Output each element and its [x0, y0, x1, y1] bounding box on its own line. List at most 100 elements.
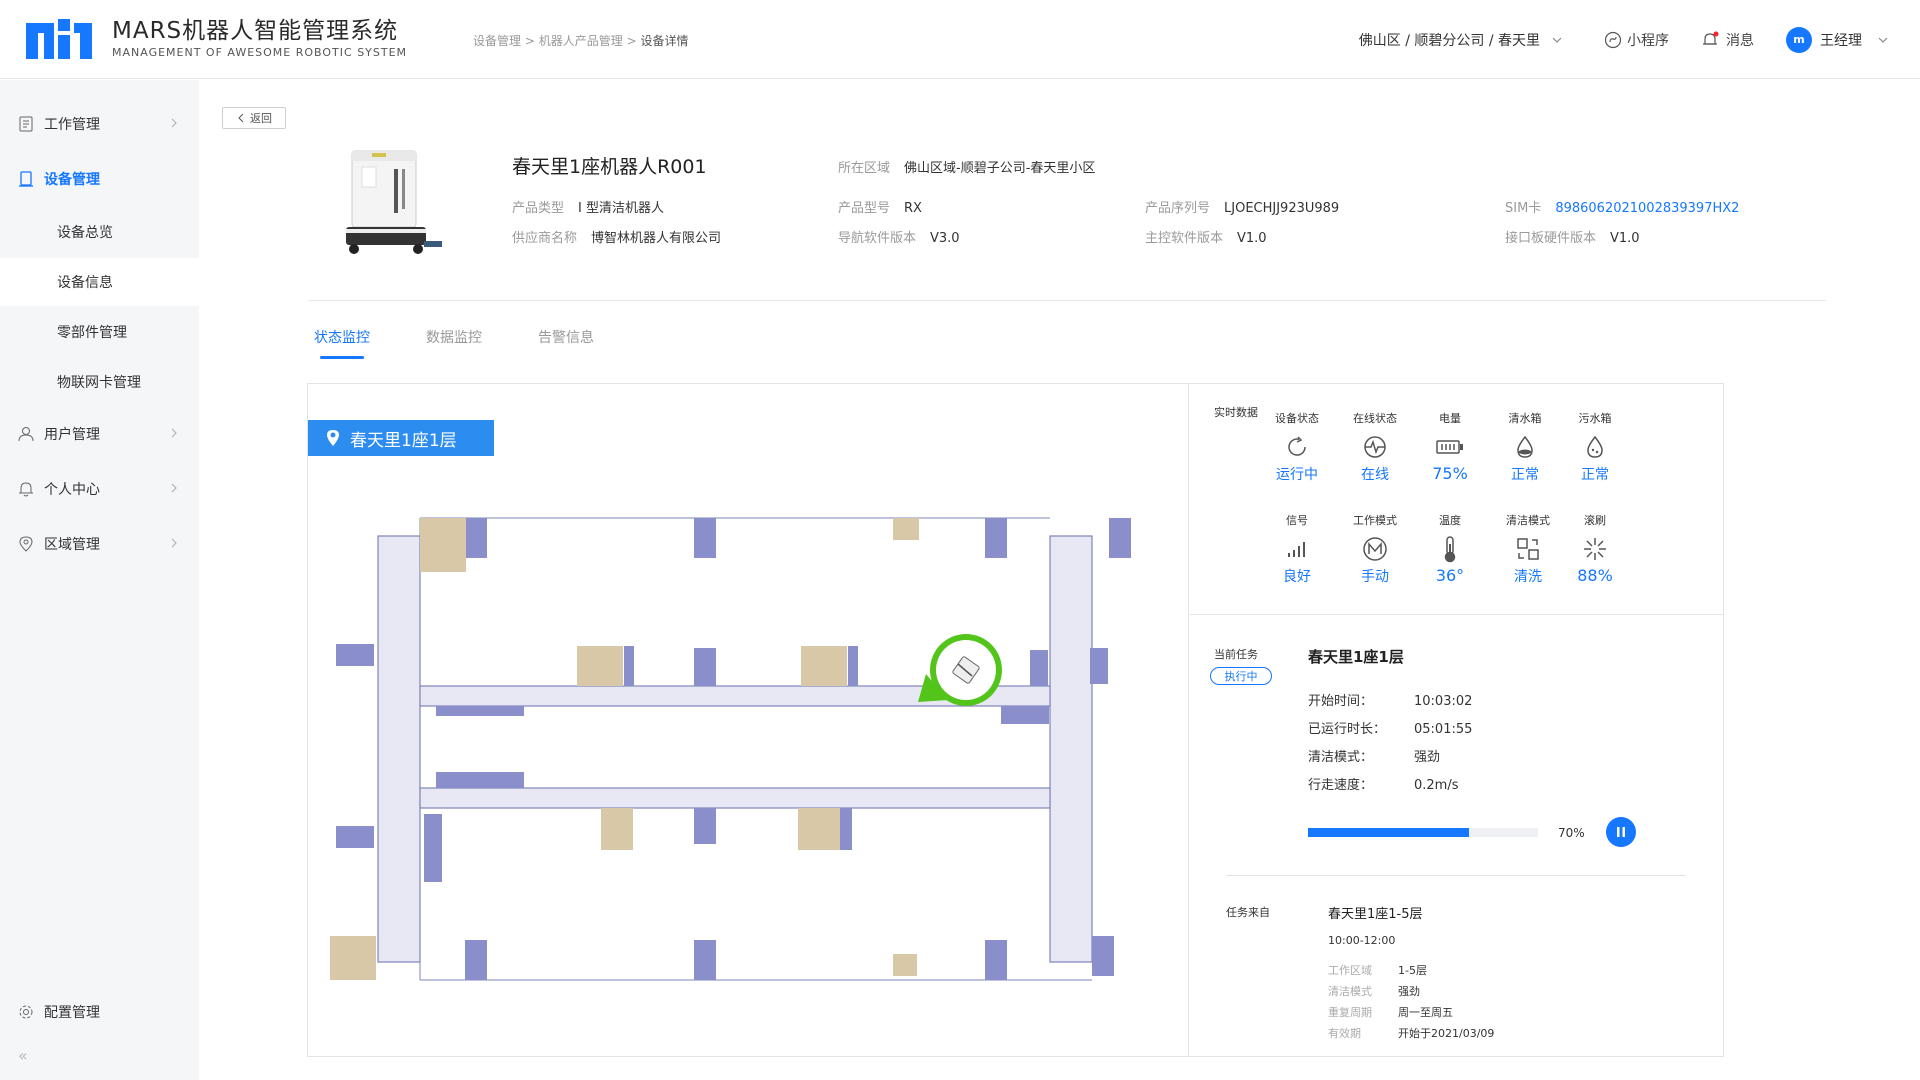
dirty-drop-icon	[1587, 435, 1603, 458]
top-header: MARS机器人智能管理系统 MANAGEMENT OF AWESOME ROBO…	[0, 0, 1920, 79]
user-name: 王经理	[1820, 32, 1862, 49]
task-speed: 行走速度： 0.2m/s	[1308, 778, 1459, 793]
info-model: 产品型号 RX	[838, 201, 922, 216]
realtime-title: 实时数据	[1214, 406, 1258, 419]
user-icon	[18, 426, 34, 442]
chevron-right-icon	[171, 118, 177, 128]
task-progress-bar	[1308, 828, 1538, 837]
task-source-time: 10:00-12:00	[1328, 934, 1396, 947]
sidebar-sub-parts[interactable]: 零部件管理	[0, 308, 199, 356]
task-clean-mode: 清洁模式： 强劲	[1308, 750, 1441, 765]
progress-percent: 70%	[1558, 826, 1585, 840]
tab-data-monitor[interactable]: 数据监控	[426, 327, 482, 359]
avatar: m	[1786, 26, 1812, 53]
logo-mark-icon	[26, 18, 92, 59]
sidebar-item-config[interactable]: 配置管理	[0, 987, 199, 1037]
tab-alarm-info[interactable]: 告警信息	[538, 327, 594, 359]
info-type: 产品类型 I 型清洁机器人	[512, 201, 664, 216]
thermometer-icon	[1444, 536, 1456, 563]
stat-dirty-tank: 污水箱 正常	[1578, 412, 1612, 483]
chevron-down-icon	[1552, 37, 1562, 43]
source-row: 重复周期 周一至周五	[1328, 1006, 1453, 1019]
sidebar-item-users[interactable]: 用户管理	[0, 409, 199, 459]
info-main-version: 主控软件版本 V1.0	[1145, 231, 1267, 246]
info-iface-version: 接口板硬件版本 V1.0	[1505, 231, 1640, 246]
user-menu[interactable]: m 王经理	[1786, 26, 1890, 53]
source-row: 清洁模式 强劲	[1328, 985, 1420, 998]
sidebar-item-region[interactable]: 区域管理	[0, 519, 199, 569]
stat-battery: 电量 75%	[1432, 412, 1468, 483]
water-drop-icon	[1517, 435, 1533, 458]
monitor-panel: 春天里1座1层 实时数据 设备状态 运行中 在线状态 在线 电量 75% 清水箱…	[307, 383, 1724, 1057]
status-badge: 执行中	[1210, 667, 1272, 685]
document-icon	[18, 116, 34, 132]
device-icon	[18, 171, 34, 187]
task-name: 春天里1座1层	[1308, 648, 1404, 666]
realtime-panel: 实时数据 设备状态 运行中 在线状态 在线 电量 75% 清水箱 正常 污水箱 …	[1190, 384, 1723, 1056]
chevron-right-icon	[171, 483, 177, 493]
robot-image	[346, 150, 442, 254]
brush-icon	[1584, 538, 1606, 560]
pulse-icon	[1364, 436, 1386, 458]
sidebar-sub-info[interactable]: 设备信息	[0, 258, 199, 306]
pause-icon	[1617, 827, 1625, 837]
info-sim: SIM卡 8986062021002839397HX2	[1505, 201, 1740, 216]
location-pin-icon	[18, 536, 34, 552]
tab-bar: 状态监控 数据监控 告警信息	[314, 327, 650, 359]
stat-clean-mode: 清洁模式 清洗	[1506, 514, 1550, 585]
task-source-label: 任务来自	[1226, 906, 1270, 919]
stat-temperature: 温度 36°	[1435, 514, 1465, 585]
stat-work-mode: 工作模式 手动	[1353, 514, 1397, 585]
sidebar-sub-overview[interactable]: 设备总览	[0, 208, 199, 256]
map-canvas	[330, 517, 1131, 981]
robot-location-marker	[918, 634, 1002, 706]
battery-icon	[1436, 440, 1463, 454]
task-source-name: 春天里1座1-5层	[1328, 907, 1423, 922]
refresh-icon	[1288, 436, 1306, 456]
logo-title: MARS机器人智能管理系统	[112, 18, 399, 44]
messages-link[interactable]: 消息	[1701, 30, 1754, 50]
collapse-sidebar-button[interactable]: «	[18, 1046, 28, 1065]
bell-icon	[1703, 31, 1719, 45]
chevron-left-icon	[238, 113, 244, 123]
sim-link[interactable]: 8986062021002839397HX2	[1555, 201, 1739, 216]
stat-clean-tank: 清水箱 正常	[1508, 412, 1542, 483]
bell-outline-icon	[18, 481, 34, 497]
mini-program-link[interactable]: 小程序	[1604, 30, 1669, 50]
device-name: 春天里1座机器人R001	[512, 156, 707, 178]
tab-status-monitor[interactable]: 状态监控	[314, 327, 370, 359]
stat-online-status: 在线状态 在线	[1353, 412, 1397, 483]
info-supplier: 供应商名称 博智林机器人有限公司	[512, 231, 722, 246]
breadcrumb-current: 设备详情	[640, 34, 689, 48]
breadcrumb-item[interactable]: 机器人产品管理	[539, 34, 623, 48]
gear-icon	[18, 1004, 34, 1020]
logo-subtitle: MANAGEMENT OF AWESOME ROBOTIC SYSTEM	[112, 46, 408, 59]
stat-device-status: 设备状态 运行中	[1275, 412, 1319, 483]
floor-map[interactable]: 春天里1座1层	[308, 384, 1189, 1056]
sidebar-item-work[interactable]: 工作管理	[0, 99, 199, 149]
chevron-right-icon	[171, 538, 177, 548]
location-selector[interactable]: 佛山区 / 顺碧分公司 / 春天里	[1359, 30, 1564, 50]
sidebar-item-personal[interactable]: 个人中心	[0, 464, 199, 514]
sidebar: 工作管理 设备管理 设备总览 设备信息 零部件管理 物联网卡管理 用户管理 个人…	[0, 80, 199, 1080]
sidebar-sub-iot-card[interactable]: 物联网卡管理	[0, 358, 199, 406]
sidebar-item-device[interactable]: 设备管理	[0, 154, 199, 204]
stat-signal: 信号 良好	[1283, 514, 1311, 585]
stat-brush: 滚刷 88%	[1577, 514, 1613, 585]
breadcrumb: 设备管理 > 机器人产品管理 > 设备详情	[473, 34, 689, 48]
logo[interactable]: MARS机器人智能管理系统 MANAGEMENT OF AWESOME ROBO…	[26, 18, 407, 59]
pause-button[interactable]	[1606, 817, 1636, 847]
mini-program-icon	[1604, 31, 1622, 48]
info-nav-version: 导航软件版本 V3.0	[838, 231, 960, 246]
breadcrumb-item[interactable]: 设备管理	[473, 34, 521, 48]
source-row: 有效期 开始于2021/03/09	[1328, 1027, 1495, 1040]
info-serial: 产品序列号 LJOECHJJ923U989	[1145, 201, 1340, 216]
clean-mode-icon	[1517, 538, 1539, 560]
source-row: 工作区域 1-5层	[1328, 964, 1427, 977]
progress-fill	[1308, 828, 1469, 837]
info-region: 所在区域 佛山区域-顺碧子公司-春天里小区	[838, 161, 1096, 176]
divider	[308, 300, 1826, 301]
task-run-duration: 已运行时长： 05:01:55	[1308, 722, 1473, 737]
back-button[interactable]: 返回	[222, 107, 286, 129]
mode-m-icon	[1363, 537, 1387, 561]
